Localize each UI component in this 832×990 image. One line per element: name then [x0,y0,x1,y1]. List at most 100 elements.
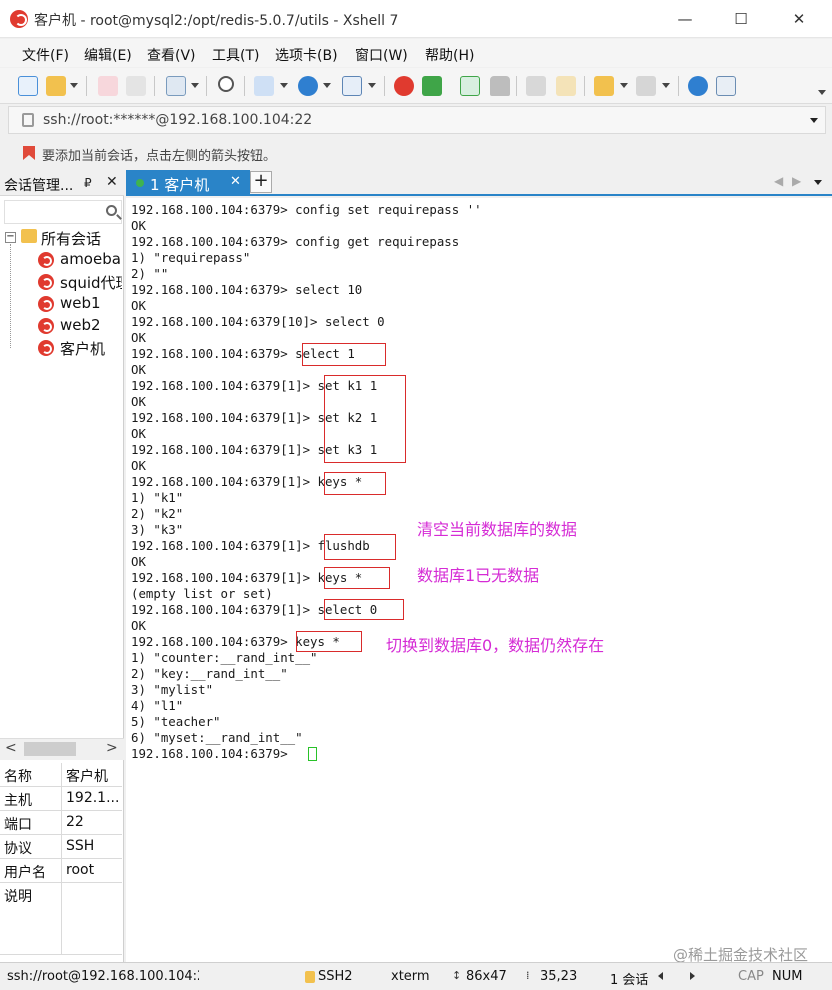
property-row: 说明 [0,883,122,955]
close-panel-icon[interactable]: ✕ [106,174,118,190]
layout-icon[interactable] [254,76,274,96]
terminal-area[interactable]: 192.168.100.104:6379> config set require… [126,198,832,962]
scroll-right-icon[interactable]: > [106,740,118,756]
address-bar[interactable]: ssh://root:******@192.168.100.104:22 [8,106,826,134]
chevron-down-icon[interactable] [810,118,818,123]
menu-tools[interactable]: 工具(T) [212,45,259,65]
disconnect-icon[interactable] [98,76,118,96]
sidebar-horizontal-scrollbar[interactable]: < > [0,738,124,760]
highlight-pen-icon[interactable] [556,76,576,96]
search-icon[interactable] [106,205,117,216]
annotation-db0-data: 切换到数据库0，数据仍然存在 [386,636,605,655]
terminal-cursor [308,747,317,761]
tree-root-all-sessions[interactable]: 所有会话 [41,228,101,249]
tab-close-icon[interactable]: ✕ [230,174,241,189]
sidebar-item-client[interactable]: 客户机 [60,338,105,359]
open-folder-icon[interactable] [46,76,66,96]
new-session-icon[interactable] [18,76,38,96]
tree-collapse-icon[interactable]: − [5,232,16,243]
command-highlight-box [324,534,396,560]
toolbar-separator [584,76,585,96]
minimize-button[interactable]: — [658,0,712,38]
menu-view[interactable]: 查看(V) [147,45,196,65]
help-icon[interactable] [688,76,708,96]
scroll-left-icon[interactable]: < [5,740,17,756]
command-highlight-box [324,375,406,463]
xshell-app-icon [10,10,28,28]
new-tab-button[interactable]: + [250,171,272,193]
pin-icon[interactable]: ₽ [84,176,92,190]
chat-icon[interactable] [716,76,736,96]
terminal-line: OK [131,298,146,313]
terminal-line: 1) "counter:__rand_int__" [131,650,318,665]
status-position: 35,23 [540,969,578,984]
find-icon[interactable] [218,76,234,92]
bookmark-arrow-icon[interactable] [22,145,36,161]
property-key: 说明 [4,889,32,905]
status-size: 86x47 [466,969,507,984]
properties-dropdown-icon[interactable] [191,83,199,88]
sidebar-item-web2[interactable]: web2 [60,316,101,334]
globe-dropdown-icon[interactable] [323,83,331,88]
property-key: 用户名 [4,865,46,881]
session-manager-panel: 会话管理... ₽ ✕ − 所有会话 amoeba squid代理 web1 w… [0,170,124,962]
tab-scroll-left-icon[interactable]: ◀ [774,174,783,188]
menu-bar: 文件(F) 编辑(E) 查看(V) 工具(T) 选项卡(B) 窗口(W) 帮助(… [0,39,832,67]
menu-file[interactable]: 文件(F) [22,45,69,65]
xftp-icon[interactable] [422,76,442,96]
property-value: 22 [66,814,84,830]
close-button[interactable]: ✕ [772,0,826,38]
cursor-position-icon: ⁞ [526,969,530,982]
session-icon [38,252,54,268]
session-prev-icon[interactable] [658,972,663,980]
scrollbar-thumb[interactable] [24,742,76,756]
annotation-db1-empty: 数据库1已无数据 [417,566,540,585]
menu-help[interactable]: 帮助(H) [425,45,474,65]
toolbar-separator [154,76,155,96]
menu-window[interactable]: 窗口(W) [355,45,408,65]
hint-text: 要添加当前会话，点击左侧的箭头按钮。 [42,149,277,164]
lock-icon[interactable] [490,76,510,96]
property-key: 协议 [4,841,32,857]
globe-icon[interactable] [298,76,318,96]
keyboard-icon[interactable] [526,76,546,96]
compose-dropdown-icon[interactable] [662,83,670,88]
font-dropdown-icon[interactable] [368,83,376,88]
sidebar-item-amoeba[interactable]: amoeba [60,250,121,268]
sidebar-item-web1[interactable]: web1 [60,294,101,312]
lock-icon [22,113,34,127]
terminal-line: 192.168.100.104:6379[10]> select 0 [131,314,385,329]
reconnect-icon[interactable] [126,76,146,96]
font-icon[interactable] [342,76,362,96]
property-value: root [66,862,95,878]
connected-status-icon [136,179,144,187]
compose-icon[interactable] [636,76,656,96]
terminal-line: 5) "teacher" [131,714,221,729]
sidebar-item-squid[interactable]: squid代理 [60,272,122,293]
menu-tab[interactable]: 选项卡(B) [275,45,338,65]
session-next-icon[interactable] [690,972,695,980]
transfer-icon[interactable] [460,76,480,96]
tab-list-dropdown-icon[interactable] [814,180,822,185]
folder-dropdown-icon[interactable] [620,83,628,88]
command-highlight-box [324,599,404,620]
xshell-icon[interactable] [394,76,414,96]
layout-dropdown-icon[interactable] [280,83,288,88]
session-search-input[interactable] [4,200,122,224]
address-input[interactable]: ssh://root:******@192.168.100.104:22 [43,112,312,128]
new-folder-icon[interactable] [594,76,614,96]
command-highlight-box [296,631,362,652]
tab-client[interactable]: 1 客户机 ✕ [126,170,250,196]
maximize-button[interactable]: ☐ [714,0,768,38]
terminal-line: 192.168.100.104:6379> config get require… [131,234,460,249]
menu-edit[interactable]: 编辑(E) [84,45,132,65]
properties-icon[interactable] [166,76,186,96]
status-num: NUM [772,969,803,984]
terminal-line: 192.168.100.104:6379> select 10 [131,282,363,297]
tab-scroll-right-icon[interactable]: ▶ [792,174,801,188]
folder-icon [21,229,37,243]
open-dropdown-icon[interactable] [70,83,78,88]
toolbar-overflow-icon[interactable] [818,90,826,95]
property-key: 主机 [4,793,32,809]
terminal-line: OK [131,554,146,569]
